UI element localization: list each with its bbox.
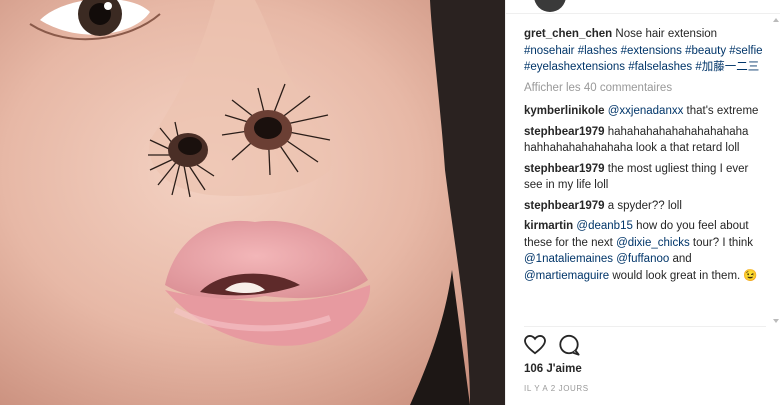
post-side-panel: gret_chen_chen Nose hair extension #nose… bbox=[505, 0, 780, 405]
comment-text: tour? I think bbox=[689, 236, 754, 249]
hashtag-link[interactable]: #beauty bbox=[685, 45, 726, 57]
mention-link[interactable]: @deanb15 bbox=[576, 220, 632, 232]
comment: stephbear1979 a spyder?? loll bbox=[524, 198, 766, 215]
comment: stephbear1979 hahahahahahahahahahaha hah… bbox=[524, 124, 766, 157]
hashtag-link[interactable]: #nosehair bbox=[524, 45, 575, 57]
comment-text: a spyder?? loll bbox=[607, 199, 682, 212]
action-bar bbox=[524, 334, 580, 356]
hashtag-link[interactable]: #加藤一二三 bbox=[695, 61, 759, 73]
hashtag-link[interactable]: #falselashes bbox=[628, 61, 692, 73]
comment: kirmartin @deanb15 how do you feel about… bbox=[524, 218, 766, 284]
caption: gret_chen_chen Nose hair extension #nose… bbox=[524, 26, 766, 76]
mention-link[interactable]: @fuffanoo bbox=[616, 253, 669, 265]
comment-bubble-icon[interactable] bbox=[558, 334, 580, 356]
comment-username[interactable]: kymberlinikole bbox=[524, 105, 605, 117]
caption-text: Nose hair extension bbox=[615, 28, 718, 40]
comment-username[interactable]: stephbear1979 bbox=[524, 126, 605, 138]
hashtag-link[interactable]: #eyelashextensions bbox=[524, 61, 625, 73]
view-all-comments-link[interactable]: Afficher les 40 commentaires bbox=[524, 80, 766, 97]
comment-list: kymberlinikole @xxjenadanxx that's extre… bbox=[524, 103, 766, 284]
scroll-up-arrow[interactable] bbox=[773, 18, 779, 22]
mention-link[interactable]: @1nataliemaines bbox=[524, 253, 613, 265]
scroll-down-arrow[interactable] bbox=[773, 319, 779, 323]
caption-username[interactable]: gret_chen_chen bbox=[524, 28, 612, 40]
comment-username[interactable]: stephbear1979 bbox=[524, 200, 605, 212]
comment: kymberlinikole @xxjenadanxx that's extre… bbox=[524, 103, 766, 120]
comment-username[interactable]: stephbear1979 bbox=[524, 163, 605, 175]
post-photo[interactable] bbox=[0, 0, 505, 405]
comment-text: that's extreme bbox=[683, 105, 759, 117]
comment: stephbear1979 the most ugliest thing I e… bbox=[524, 161, 766, 194]
comment-username[interactable]: kirmartin bbox=[524, 220, 573, 232]
face-with-nose-lashes-image bbox=[0, 0, 505, 405]
avatar[interactable] bbox=[534, 0, 566, 12]
caption-hashtags: #nosehair #lashes #extensions #beauty #s… bbox=[524, 45, 763, 74]
hashtag-link[interactable]: #extensions bbox=[621, 45, 682, 57]
mention-link[interactable]: @xxjenadanxx bbox=[608, 105, 684, 117]
post-header bbox=[506, 0, 780, 14]
comment-text: and bbox=[669, 253, 692, 265]
comments-section[interactable]: gret_chen_chen Nose hair extension #nose… bbox=[524, 26, 766, 322]
likes-count[interactable]: 106 J'aime bbox=[524, 363, 582, 375]
post-timestamp[interactable]: IL Y A 2 JOURS bbox=[524, 384, 589, 393]
hashtag-link[interactable]: #lashes bbox=[578, 45, 618, 57]
hashtag-link[interactable]: #selfie bbox=[729, 45, 762, 57]
mention-link[interactable]: @martiemaguire bbox=[524, 270, 609, 282]
comment-text: would look great in them. 😉 bbox=[609, 269, 758, 282]
heart-icon[interactable] bbox=[524, 334, 546, 356]
divider bbox=[524, 326, 766, 327]
mention-link[interactable]: @dixie_chicks bbox=[616, 237, 690, 249]
instagram-post: gret_chen_chen Nose hair extension #nose… bbox=[0, 0, 780, 405]
